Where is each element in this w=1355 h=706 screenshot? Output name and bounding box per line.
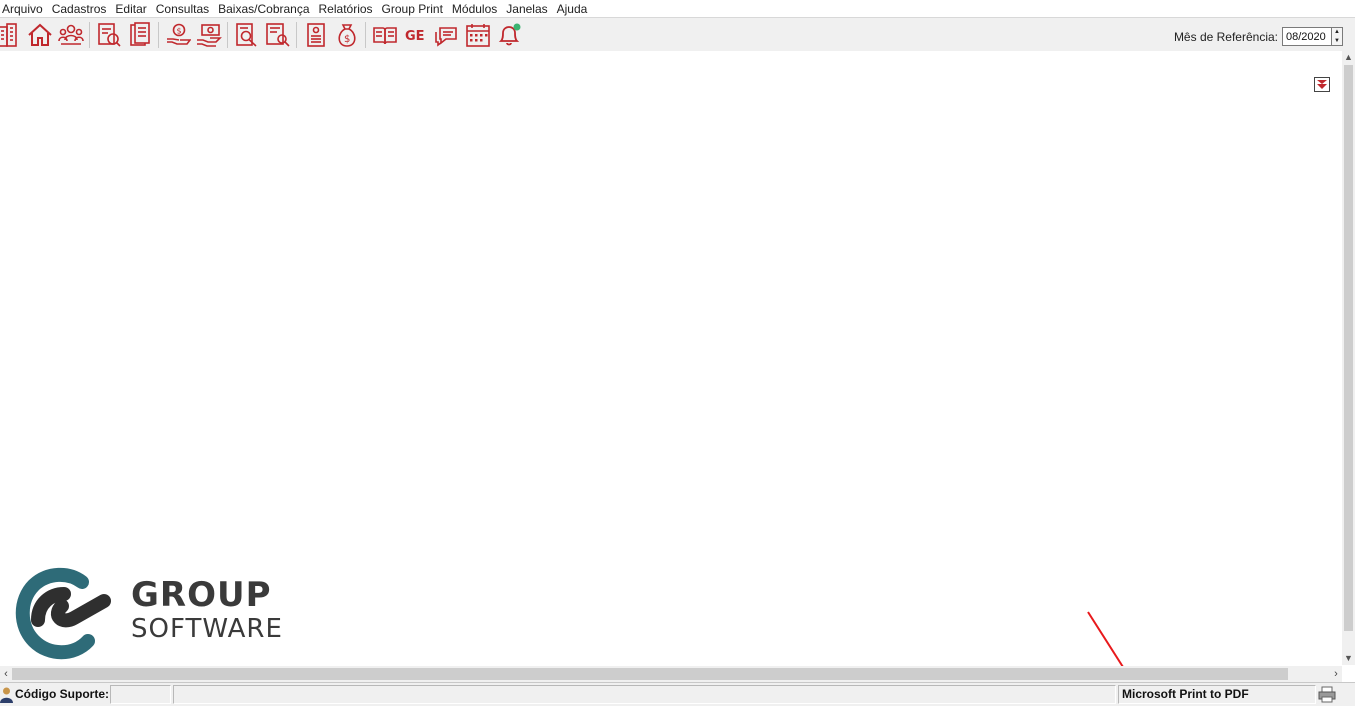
toolbar-separator [158, 21, 159, 48]
building-button[interactable] [0, 20, 24, 50]
report-search-icon [236, 22, 257, 47]
status-bar: Código Suporte: Microsoft Print to PDF [0, 682, 1355, 706]
bell-icon [498, 23, 521, 45]
document-search-icon [98, 22, 121, 47]
vertical-scrollbar[interactable]: ▲ ▼ [1342, 51, 1355, 665]
money-bag-icon: $ [338, 23, 356, 47]
spin-down-icon[interactable]: ▼ [1332, 37, 1342, 46]
logo-text-software: SOFTWARE [131, 614, 283, 644]
collapse-button[interactable] [1314, 77, 1330, 92]
bell-button[interactable] [494, 20, 524, 50]
chat-button[interactable] [432, 20, 462, 50]
receipt-button[interactable] [301, 20, 331, 50]
money-bag-button[interactable]: $ [332, 20, 362, 50]
horizontal-scrollbar[interactable]: ‹ › [0, 666, 1342, 682]
building-icon [0, 22, 17, 47]
home-button[interactable] [25, 20, 55, 50]
menu-consultas[interactable]: Consultas [154, 1, 216, 17]
book-icon [373, 26, 397, 44]
reference-month-spinner[interactable]: ▲ ▼ [1332, 27, 1343, 46]
money-hand-button[interactable] [194, 20, 224, 50]
status-message-field [173, 685, 1116, 704]
logo-text-group: GROUP [131, 575, 272, 615]
calendar-icon [466, 23, 490, 47]
report-zoom-button[interactable] [263, 20, 293, 50]
menu-relatorios[interactable]: Relatórios [317, 1, 380, 17]
svg-text:$: $ [177, 26, 182, 35]
coin-hand-icon: $ [167, 23, 191, 45]
menu-cadastros[interactable]: Cadastros [50, 1, 114, 17]
chat-icon [435, 26, 457, 47]
toolbar-separator [365, 21, 366, 48]
calendar-button[interactable] [463, 20, 493, 50]
reference-month-input[interactable] [1282, 27, 1332, 46]
users-button[interactable] [56, 20, 86, 50]
document-search-button[interactable] [94, 20, 124, 50]
printer-name[interactable]: Microsoft Print to PDF [1122, 687, 1249, 701]
ge-button[interactable]: GE [401, 20, 431, 50]
toolbar-separator [227, 21, 228, 48]
spin-up-icon[interactable]: ▲ [1332, 28, 1342, 37]
document-list-button[interactable] [125, 20, 155, 50]
menu-baixas-cobranca[interactable]: Baixas/Cobrança [216, 1, 316, 17]
ge-icon: GE [405, 29, 425, 44]
book-button[interactable] [370, 20, 400, 50]
menu-janelas[interactable]: Janelas [504, 1, 554, 17]
menu-ajuda[interactable]: Ajuda [555, 1, 595, 17]
menu-bar: Arquivo Cadastros Editar Consultas Baixa… [0, 0, 1355, 17]
toolbar-separator [89, 21, 90, 48]
support-code-field [110, 685, 171, 704]
toolbar-separator [296, 21, 297, 48]
report-zoom-icon [266, 22, 290, 47]
menu-arquivo[interactable]: Arquivo [0, 1, 50, 17]
report-search-button[interactable] [232, 20, 262, 50]
ge-label: GE [405, 29, 425, 44]
menu-group-print[interactable]: Group Print [380, 1, 450, 17]
scroll-right-icon[interactable]: › [1330, 666, 1342, 682]
money-hand-icon [197, 23, 222, 47]
reference-month-label: Mês de Referência: [1173, 29, 1278, 44]
home-icon [28, 23, 52, 46]
document-list-icon [130, 21, 150, 46]
receipt-icon [307, 22, 325, 47]
vertical-scroll-thumb[interactable] [1344, 65, 1353, 631]
reference-month-area: Mês de Referência: ▲ ▼ [1174, 27, 1343, 46]
support-code-label: Código Suporte: [15, 687, 109, 701]
printer-icon[interactable] [1318, 686, 1336, 703]
scroll-left-icon[interactable]: ‹ [0, 666, 12, 682]
scroll-up-icon[interactable]: ▲ [1342, 51, 1355, 64]
toolbar: $ $ GE Mês de Referência: 08/2020 ▲ ▼ [0, 17, 1355, 51]
user-icon [0, 687, 13, 703]
users-icon [58, 24, 84, 45]
menu-modulos[interactable]: Módulos [450, 1, 504, 17]
svg-text:$: $ [344, 34, 350, 45]
menu-editar[interactable]: Editar [113, 1, 153, 17]
coin-hand-button[interactable]: $ [163, 20, 193, 50]
double-chevron-down-icon [1317, 80, 1327, 89]
horizontal-scroll-thumb[interactable] [12, 668, 1288, 680]
scroll-down-icon[interactable]: ▼ [1342, 652, 1355, 665]
